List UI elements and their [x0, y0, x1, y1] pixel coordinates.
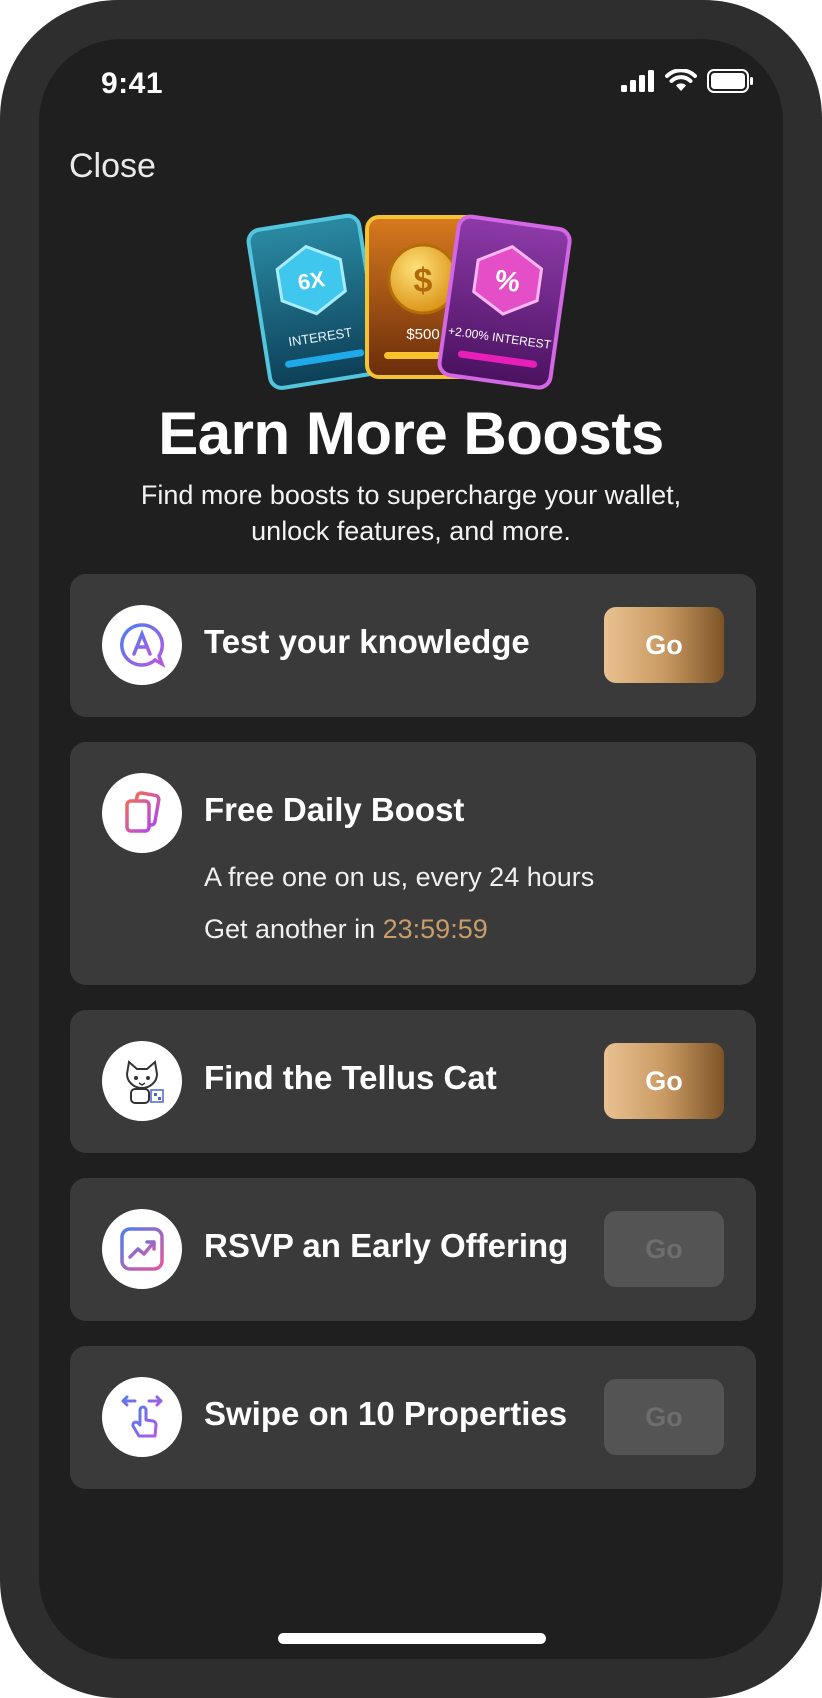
- close-button[interactable]: Close: [69, 147, 156, 186]
- status-icons: [621, 69, 753, 93]
- timer-prefix: Get another in: [204, 914, 383, 944]
- page-title: Earn More Boosts: [158, 400, 664, 467]
- cellular-signal-icon: [621, 70, 654, 92]
- home-indicator[interactable]: [278, 1633, 546, 1644]
- page-subtitle: Find more boosts to supercharge your wal…: [140, 480, 682, 546]
- go-button-swipe-properties[interactable]: Go: [604, 1379, 724, 1455]
- swipe-hand-icon: [102, 1377, 182, 1457]
- task-row-swipe-properties: Swipe on 10 Properties Go: [70, 1346, 756, 1489]
- task-label: RSVP an Early Offering: [204, 1227, 569, 1264]
- card-badge-6x: 6X: [296, 266, 327, 295]
- quiz-icon: [102, 605, 182, 685]
- phone-frame: 9:41 Close 6X INTEREST $ $500 % +2.00% I…: [0, 0, 822, 1698]
- daily-boost-timer-line: Get another in 23:59:59: [204, 914, 488, 945]
- status-time: 9:41: [101, 67, 164, 100]
- cat-icon: [102, 1041, 182, 1121]
- go-button-test-knowledge[interactable]: Go: [604, 607, 724, 683]
- interest-rate-card: % +2.00% INTEREST: [437, 214, 572, 390]
- task-row-test-knowledge: Test your knowledge Go: [70, 574, 756, 717]
- task-label: Test your knowledge: [204, 623, 530, 660]
- interest-multiplier-card: 6X INTEREST: [246, 213, 383, 390]
- battery-icon: [707, 69, 753, 93]
- go-button-rsvp-offering[interactable]: Go: [604, 1211, 724, 1287]
- task-label: Swipe on 10 Properties: [204, 1395, 568, 1432]
- wifi-icon: [665, 69, 697, 91]
- task-label: Find the Tellus Cat: [204, 1059, 497, 1096]
- go-button-tellus-cat[interactable]: Go: [604, 1043, 724, 1119]
- daily-boost-description: A free one on us, every 24 hours: [204, 862, 595, 892]
- app-screen: 9:41 Close 6X INTEREST $ $500 % +2.00% I…: [39, 39, 783, 1659]
- countdown-timer: 23:59:59: [382, 914, 488, 944]
- task-row-rsvp-offering: RSVP an Early Offering Go: [70, 1178, 756, 1321]
- chart-icon: [102, 1209, 182, 1289]
- card-badge-percent: %: [493, 264, 522, 298]
- task-row-daily-boost: Free Daily Boost A free one on us, every…: [70, 742, 756, 985]
- card-badge-coin: $: [414, 262, 433, 300]
- cards-icon: [102, 773, 182, 853]
- task-label: Free Daily Boost: [204, 791, 465, 828]
- boost-cards-illustration: 6X INTEREST $ $500 % +2.00% INTEREST: [246, 213, 572, 390]
- card-caption-500: $500: [406, 326, 439, 343]
- task-row-tellus-cat: Find the Tellus Cat Go: [70, 1010, 756, 1153]
